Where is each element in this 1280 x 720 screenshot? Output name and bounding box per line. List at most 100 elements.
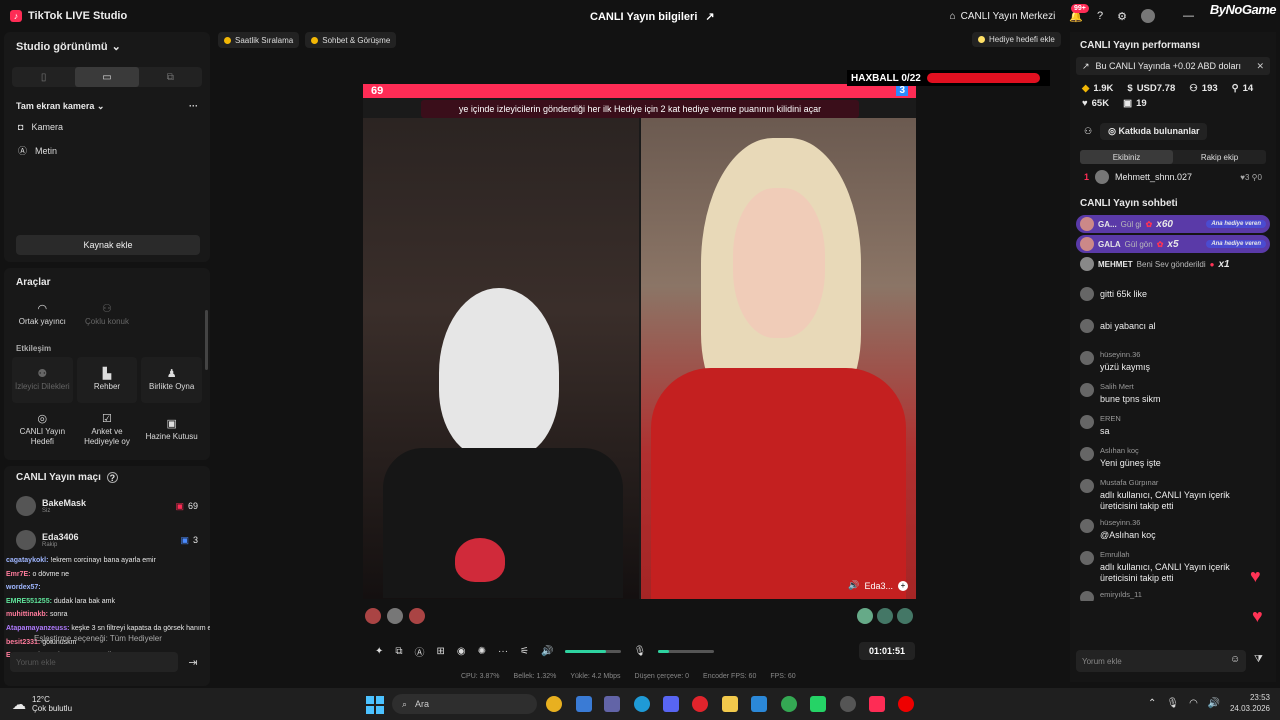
guide-tool[interactable]: ▙ Rehber: [76, 357, 138, 403]
youtube-icon[interactable]: [898, 696, 914, 712]
whatsapp-icon[interactable]: [810, 696, 826, 712]
mic-slider[interactable]: [658, 649, 715, 653]
live-info-button[interactable]: CANLI Yayın bilgileri ↗: [590, 10, 715, 24]
tools-title: Araçlar: [16, 277, 51, 288]
hourly-ranking-button[interactable]: Saatlik Sıralama: [218, 32, 300, 48]
filter-icon[interactable]: ⧩: [1254, 654, 1263, 665]
viewer-avatar[interactable]: [857, 608, 873, 624]
volume-slider[interactable]: [565, 649, 622, 653]
mic-icon[interactable]: 🎙: [633, 646, 646, 657]
landscape-layout-tab[interactable]: ▭: [75, 67, 139, 87]
viewer-wishes-tool[interactable]: ⚉ İzleyici Dilekleri: [12, 357, 73, 403]
mic-icon[interactable]: 🎙: [1166, 698, 1179, 709]
tiktok-icon[interactable]: [869, 696, 885, 712]
plus-icon[interactable]: +: [898, 580, 908, 591]
discord-icon[interactable]: [663, 696, 679, 712]
close-icon[interactable]: ✕: [1256, 61, 1264, 72]
help-icon[interactable]: ?: [1097, 10, 1103, 22]
chrome-icon[interactable]: [546, 696, 562, 712]
add-source-button[interactable]: Kaynak ekle: [16, 235, 200, 255]
tools-scrollbar[interactable]: [205, 310, 208, 370]
user-switch-icon[interactable]: ⚇: [1084, 126, 1092, 137]
folder-icon[interactable]: [722, 696, 738, 712]
more-icon[interactable]: ···: [189, 101, 198, 112]
clock[interactable]: 23:53 24.03.2026: [1230, 692, 1270, 714]
play-together-tool[interactable]: ♟ Birlikte Oyna: [141, 357, 202, 403]
volume-icon[interactable]: 🔊: [1208, 698, 1220, 709]
avatar[interactable]: [1141, 9, 1155, 23]
tab-your-team[interactable]: Ekibiniz: [1080, 150, 1173, 164]
speaker-icon[interactable]: 🔊: [541, 646, 553, 657]
match-player-rival[interactable]: Eda3406 Rakip ▣ 3: [4, 523, 210, 557]
magic-wand-icon[interactable]: ✦: [375, 646, 383, 657]
record-icon[interactable]: ◉: [457, 646, 466, 657]
chat-message[interactable]: hüseyinn.36 yüzü kaymış: [1080, 347, 1266, 379]
screen-share-icon[interactable]: ⧉: [395, 646, 402, 657]
tab-rival-team[interactable]: Rakip ekip: [1173, 150, 1266, 164]
chat-message[interactable]: emiryılds_11katıldı: [1080, 587, 1266, 601]
contributors-button[interactable]: ◎ Katkıda bulunanlar: [1100, 123, 1208, 140]
poll-tool[interactable]: ☑ Anket ve Hediyeyle oy: [77, 407, 138, 453]
windows-start-icon[interactable]: [366, 696, 384, 714]
live-goal-tool[interactable]: ◎ CANLI Yayın Hedefi: [12, 407, 73, 453]
chat-message[interactable]: Emrullah adlı kullanıcı, CANLI Yayın içer…: [1080, 547, 1266, 587]
teams-icon[interactable]: [604, 696, 620, 712]
weather-widget[interactable]: ☁ 12°C Çok bulutlu: [0, 695, 72, 713]
chat-message[interactable]: Mustafa Gürpınar adlı kullanıcı, CANLI Ya…: [1080, 475, 1266, 515]
opera-icon[interactable]: [692, 696, 708, 712]
app-icon[interactable]: [840, 696, 856, 712]
source-text[interactable]: Ⓐ Metin: [4, 138, 210, 163]
portrait-layout-tab[interactable]: ▯: [12, 67, 75, 87]
chat-message[interactable]: abi yabancı al: [1080, 315, 1266, 347]
live-center-button[interactable]: ⌂ CANLI Yayın Merkezi: [950, 11, 1056, 22]
split-layout-tab[interactable]: ⧉: [139, 67, 202, 87]
viewer-avatar[interactable]: [897, 608, 913, 624]
performance-title: CANLI Yayın performansı: [1080, 40, 1200, 51]
viewer-avatar[interactable]: [409, 608, 425, 624]
store-icon[interactable]: [576, 696, 592, 712]
scene-dropdown[interactable]: Tam ekran kamera ⌄: [16, 101, 104, 112]
layout-tabs: ▯ ▭ ⧉: [12, 67, 202, 87]
ai-icon[interactable]: Ⓐ: [415, 644, 425, 659]
settings-sliders-icon[interactable]: ⚟: [520, 646, 529, 657]
live-preview[interactable]: 69 3 ye içinde izleyicilerin gönderdiği …: [363, 84, 916, 599]
chrome-icon[interactable]: [781, 696, 797, 712]
chat-message[interactable]: EREN sa: [1080, 411, 1266, 443]
layout-icon[interactable]: ⊞: [437, 646, 445, 657]
add-gift-goal-button[interactable]: Hediye hedefi ekle: [972, 32, 1061, 47]
wifi-icon[interactable]: ◠: [1189, 698, 1198, 709]
chevron-down-icon: ⌄: [111, 41, 121, 53]
chat-message[interactable]: Salih Mert bune tpns sikm: [1080, 379, 1266, 411]
comment-input[interactable]: Yorum ekle: [1076, 650, 1246, 672]
live-chat-list[interactable]: gitti 65k like abi yabancı al hüseyinn.36 y…: [1070, 281, 1276, 601]
more-icon[interactable]: ···: [498, 646, 508, 657]
minimize-icon[interactable]: —: [1183, 10, 1194, 22]
gear-icon[interactable]: ⚙: [1117, 10, 1127, 23]
chat-message[interactable]: hüseyinn.36 @Aslıhan koç: [1080, 515, 1266, 547]
chat-message[interactable]: Aslıhan koç Yeni güneş işte: [1080, 443, 1266, 475]
treasure-box-tool[interactable]: ▣ Hazine Kutusu: [141, 407, 202, 453]
viewer-wishes-icon: ⚉: [37, 367, 48, 380]
chevron-up-icon[interactable]: ⌃: [1148, 698, 1156, 709]
viewer-avatar[interactable]: [387, 608, 403, 624]
chat-meeting-button[interactable]: Sohbet & Görüşme: [305, 32, 397, 48]
skull-mask-figure: [439, 288, 559, 458]
co-host-tool[interactable]: ◠ Ortak yayıncı: [12, 292, 73, 338]
emoji-icon[interactable]: ☺: [1230, 654, 1240, 665]
mail-icon[interactable]: [751, 696, 767, 712]
contributor-row[interactable]: 1 Mehmett_shnn.027 ♥3 ⚲0: [1070, 164, 1276, 190]
viewer-avatar[interactable]: [877, 608, 893, 624]
studio-view-dropdown[interactable]: Studio görünümü ⌄: [4, 32, 210, 61]
effects-icon[interactable]: ✺: [478, 646, 486, 657]
info-icon[interactable]: ?: [106, 472, 118, 483]
viewer-avatar[interactable]: [365, 608, 381, 624]
exit-icon[interactable]: ⇥: [182, 652, 204, 672]
taskbar-search[interactable]: ⌕ Ara: [392, 694, 537, 714]
match-comment-input[interactable]: Yorum ekle: [10, 652, 178, 672]
guest-sound-toggle[interactable]: 🔊 Eda3... +: [848, 580, 908, 591]
match-player-self[interactable]: BakeMask Siz ▣ 69: [4, 489, 210, 523]
source-camera[interactable]: ◘ Kamera: [4, 116, 210, 138]
chat-message[interactable]: gitti 65k like: [1080, 283, 1266, 315]
multi-guest-tool[interactable]: ⚇ Çoklu konuk: [77, 292, 138, 338]
edge-icon[interactable]: [634, 696, 650, 712]
